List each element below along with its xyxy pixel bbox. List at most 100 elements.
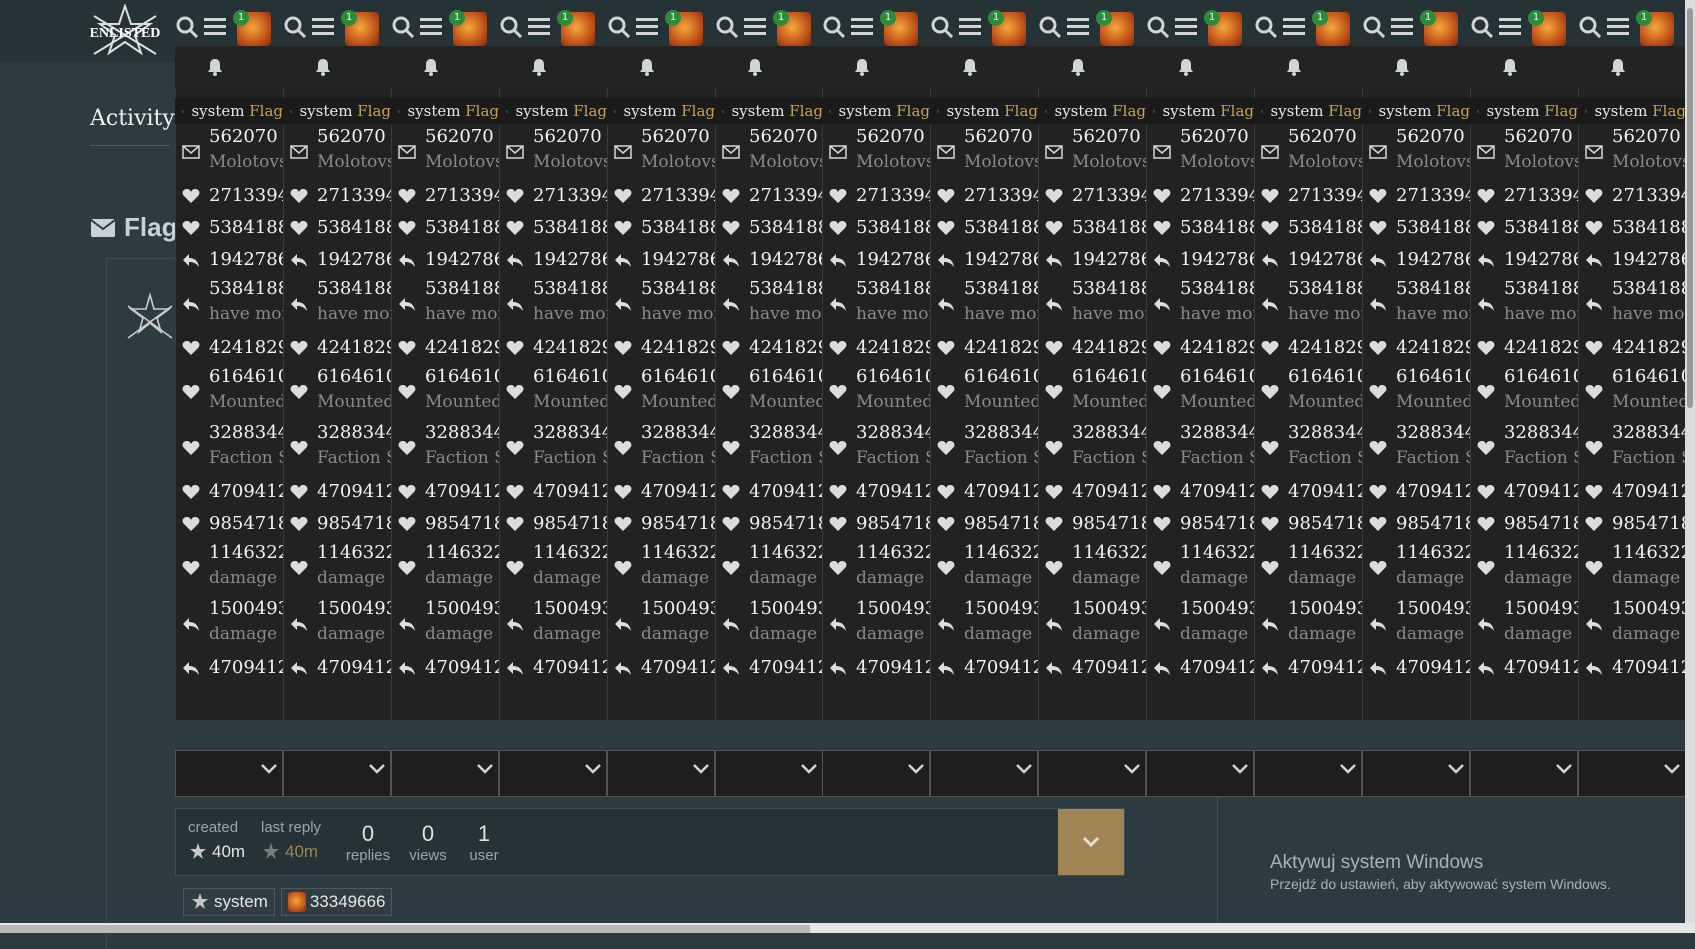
- notification-item[interactable]: 27133947: [391, 180, 499, 212]
- notification-item[interactable]: 15004934 damage b: [607, 596, 715, 652]
- notification-item[interactable]: 32883447 Faction S: [1038, 420, 1146, 476]
- notification-item[interactable]: 11463224 damage b: [283, 540, 391, 596]
- search-icon[interactable]: [1362, 15, 1386, 39]
- notification-item[interactable]: 53841888: [1038, 212, 1146, 244]
- chevron-down-icon[interactable]: [260, 763, 278, 775]
- panel-footer-dropdown[interactable]: [1578, 750, 1685, 797]
- participant-system[interactable]: system: [183, 888, 275, 916]
- notification-item[interactable]: 42418299: [715, 332, 823, 364]
- notification-item[interactable]: 11463224 damage b: [930, 540, 1038, 596]
- notification-item[interactable]: 47094123: [1470, 652, 1578, 684]
- hamburger-menu-icon[interactable]: [1282, 15, 1306, 39]
- notification-item[interactable]: 562070 A Molotovs: [607, 124, 715, 180]
- chevron-down-icon[interactable]: [1555, 763, 1573, 775]
- hamburger-menu-icon[interactable]: [1498, 15, 1522, 39]
- hamburger-menu-icon[interactable]: [635, 15, 659, 39]
- notification-item[interactable]: 32883447 Faction S: [1578, 420, 1685, 476]
- search-icon[interactable]: [607, 15, 631, 39]
- notification-item[interactable]: 53841888: [822, 212, 930, 244]
- notification-item[interactable]: 27133947: [1254, 180, 1362, 212]
- bell-icon[interactable]: [207, 58, 223, 76]
- bell-icon[interactable]: [531, 58, 547, 76]
- panel-footer-dropdown[interactable]: [1470, 750, 1578, 797]
- chevron-down-icon[interactable]: [800, 763, 818, 775]
- notification-item[interactable]: 562070 A Molotovs: [822, 124, 930, 180]
- notification-item[interactable]: 11463224 damage b: [391, 540, 499, 596]
- notification-item[interactable]: 47094123: [1362, 476, 1470, 508]
- notification-item[interactable]: 15004934 damage b: [1146, 596, 1254, 652]
- chevron-down-icon[interactable]: [1015, 763, 1033, 775]
- notification-item[interactable]: 42418299: [1362, 332, 1470, 364]
- notification-item[interactable]: 562070 A Molotovs: [175, 124, 283, 180]
- notification-item[interactable]: 562070 A Molotovs: [499, 124, 607, 180]
- notification-item[interactable]: 98547181: [930, 508, 1038, 540]
- bell-icon[interactable]: [315, 58, 331, 76]
- notification-item[interactable]: 1942786: [715, 244, 823, 276]
- panel-footer-dropdown[interactable]: [715, 750, 823, 797]
- notification-item[interactable]: 61646107 Mounted: [715, 364, 823, 420]
- notification-item[interactable]: 32883447 Faction S: [391, 420, 499, 476]
- notification-item[interactable]: 98547181: [1146, 508, 1254, 540]
- notification-item[interactable]: 11463224 damage b: [1254, 540, 1362, 596]
- notification-item[interactable]: 15004934 damage b: [822, 596, 930, 652]
- notification-item[interactable]: 32883447 Faction S: [1254, 420, 1362, 476]
- notification-item[interactable]: 562070 A Molotovs: [930, 124, 1038, 180]
- hamburger-menu-icon[interactable]: [1390, 15, 1414, 39]
- notification-item[interactable]: 47094123: [822, 476, 930, 508]
- notification-item[interactable]: 53841888: [1254, 212, 1362, 244]
- notification-item[interactable]: 61646107 Mounted: [499, 364, 607, 420]
- notification-item[interactable]: 1942786: [1362, 244, 1470, 276]
- bell-icon[interactable]: [1502, 58, 1518, 76]
- notification-item[interactable]: 562070 A Molotovs: [1254, 124, 1362, 180]
- notification-item[interactable]: 15004934 damage b: [391, 596, 499, 652]
- notification-item[interactable]: 42418299: [1578, 332, 1685, 364]
- notification-item[interactable]: 53841888 have mor: [1038, 276, 1146, 332]
- notification-item[interactable]: 61646107 Mounted: [930, 364, 1038, 420]
- panel-footer-dropdown[interactable]: [930, 750, 1038, 797]
- bell-icon[interactable]: [962, 58, 978, 76]
- panel-footer-dropdown[interactable]: [1362, 750, 1470, 797]
- notification-item[interactable]: 47094123: [930, 476, 1038, 508]
- notification-item[interactable]: 47094123: [1038, 652, 1146, 684]
- notification-item[interactable]: 1942786: [1146, 244, 1254, 276]
- chevron-down-icon[interactable]: [1231, 763, 1249, 775]
- notification-item[interactable]: 42418299: [1254, 332, 1362, 364]
- notification-item[interactable]: 15004934 damage b: [715, 596, 823, 652]
- notification-item[interactable]: 42418299: [1038, 332, 1146, 364]
- notification-item[interactable]: 53841888 have mor: [1470, 276, 1578, 332]
- notification-item[interactable]: 42418299: [499, 332, 607, 364]
- flag-tab[interactable]: system Flag: [1038, 98, 1146, 124]
- panel-footer-dropdown[interactable]: [1146, 750, 1254, 797]
- notification-item[interactable]: 11463224 damage b: [1578, 540, 1685, 596]
- notification-item[interactable]: 47094123: [175, 476, 283, 508]
- notification-item[interactable]: 53841888: [607, 212, 715, 244]
- notification-item[interactable]: 47094123: [283, 652, 391, 684]
- enlisted-logo[interactable]: ENLISTED: [88, 2, 162, 58]
- notification-item[interactable]: 11463224 damage b: [715, 540, 823, 596]
- notification-item[interactable]: 1942786: [1038, 244, 1146, 276]
- notification-item[interactable]: 27133947: [1038, 180, 1146, 212]
- notification-item[interactable]: 98547181: [391, 508, 499, 540]
- notification-item[interactable]: 47094123: [175, 652, 283, 684]
- search-icon[interactable]: [1578, 15, 1602, 39]
- notification-item[interactable]: 53841888 have mor: [1578, 276, 1685, 332]
- notification-item[interactable]: 32883447 Faction S: [1146, 420, 1254, 476]
- notification-item[interactable]: 27133947: [822, 180, 930, 212]
- flag-tab[interactable]: system Flag: [607, 98, 715, 124]
- bell-icon[interactable]: [1286, 58, 1302, 76]
- notification-item[interactable]: 53841888: [391, 212, 499, 244]
- notification-item[interactable]: 15004934 damage b: [1578, 596, 1685, 652]
- notification-item[interactable]: 27133947: [1470, 180, 1578, 212]
- notification-item[interactable]: 53841888 have mor: [1146, 276, 1254, 332]
- notification-item[interactable]: 32883447 Faction S: [607, 420, 715, 476]
- notification-item[interactable]: 53841888: [175, 212, 283, 244]
- notification-item[interactable]: 98547181: [1470, 508, 1578, 540]
- notification-item[interactable]: 47094123: [1038, 476, 1146, 508]
- notification-item[interactable]: 53841888: [1362, 212, 1470, 244]
- chevron-down-icon[interactable]: [584, 763, 602, 775]
- notification-item[interactable]: 27133947: [175, 180, 283, 212]
- notification-item[interactable]: 562070 A Molotovs: [1470, 124, 1578, 180]
- vertical-scrollbar-thumb[interactable]: [1687, 8, 1693, 408]
- notification-item[interactable]: 11463224 damage b: [1146, 540, 1254, 596]
- notification-item[interactable]: 47094123: [715, 476, 823, 508]
